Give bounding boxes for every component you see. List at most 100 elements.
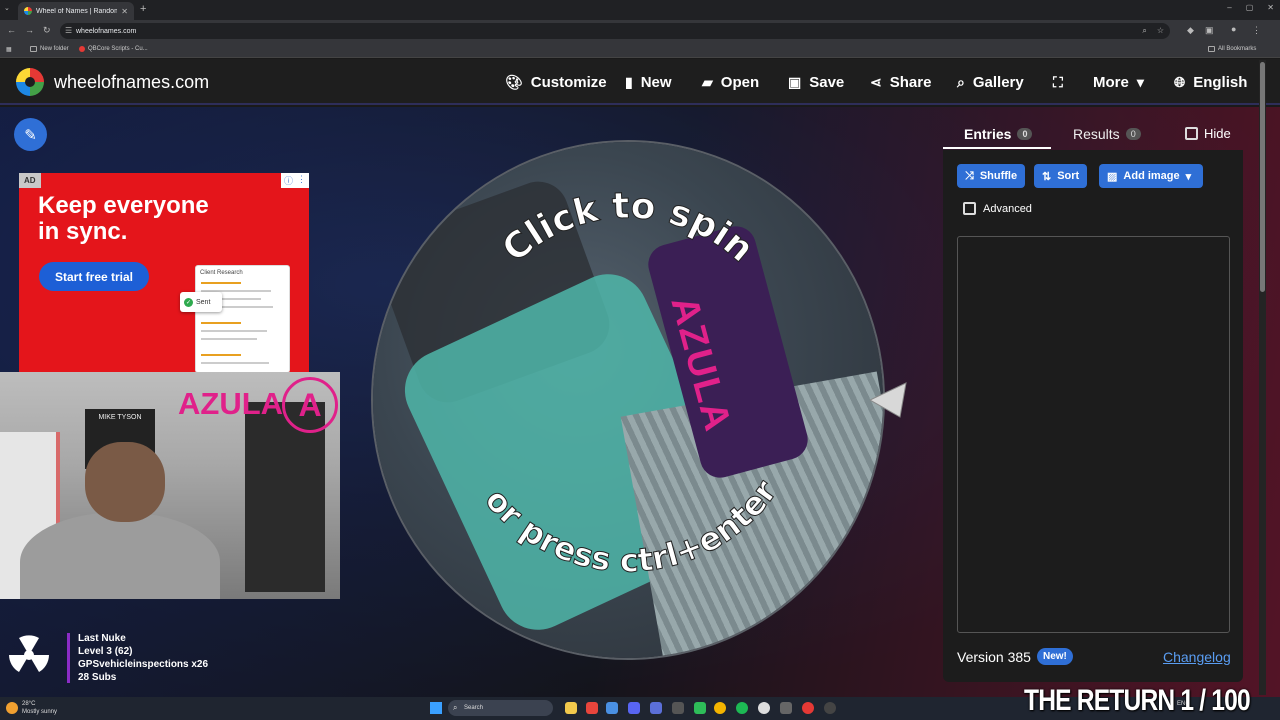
app-icon[interactable]: [694, 702, 706, 714]
all-bookmarks[interactable]: All Bookmarks: [1208, 46, 1256, 52]
menu-share[interactable]: ⋖ Share: [870, 74, 931, 91]
address-bar: ← → ↻ ☰ wheelofnames.com ⌕ ☆ ◆ ▣ ● ⋮: [0, 20, 1280, 42]
shuffle-button[interactable]: ⤨ Shuffle: [957, 164, 1026, 188]
spotify-icon[interactable]: [736, 702, 748, 714]
menu-language[interactable]: 🌐︎ English: [1174, 74, 1247, 91]
folder-open-icon: ▰: [702, 74, 713, 90]
file-explorer-icon[interactable]: [565, 702, 577, 714]
forward-icon[interactable]: →: [25, 25, 34, 35]
bookmark-label: All Bookmarks: [1218, 46, 1257, 52]
maximize-icon[interactable]: ▢: [1246, 3, 1254, 12]
edit-pencil-button[interactable]: ✎: [14, 118, 47, 151]
azula-brand-text: AZULA: [178, 386, 284, 421]
stream-counter-overlay: THE RETURN 1 / 100: [1024, 684, 1251, 717]
bookmark-star-icon[interactable]: ☆: [1157, 26, 1164, 36]
discord-icon[interactable]: [628, 702, 640, 714]
version-text: Version 385: [957, 649, 1031, 665]
webcam-overlay: MIKE TYSON AZULA A: [0, 372, 340, 599]
menu-customize[interactable]: 🎨︎ Customize: [505, 74, 607, 91]
menu-new[interactable]: ▮ New: [625, 74, 672, 91]
menu-more[interactable]: More ▾: [1093, 74, 1144, 91]
bookmark-qbcore[interactable]: QBCore Scripts - Cu...: [79, 46, 148, 52]
sort-icon: ⇅: [1042, 170, 1052, 183]
extensions-puzzle-icon[interactable]: ▣: [1205, 25, 1214, 36]
window-controls: – ▢ ✕: [1227, 3, 1274, 12]
wheel-logo-icon[interactable]: [16, 68, 44, 96]
weather-sun-icon[interactable]: [6, 702, 18, 714]
spin-text-top-path: Click to spin: [494, 185, 761, 271]
advertisement[interactable]: AD ⓘ ⋮ Keep everyone in sync. Start free …: [19, 173, 309, 373]
sort-button[interactable]: ⇅ Sort: [1034, 164, 1088, 188]
pencil-icon: ✎: [24, 126, 37, 144]
zoom-icon[interactable]: ⌕: [1142, 26, 1146, 36]
share-icon: ⋖: [870, 74, 882, 90]
spin-text-bottom-path: or press ctrl+enter: [477, 472, 785, 580]
menu-save[interactable]: ▣ Save: [788, 74, 844, 91]
ad-cta-button[interactable]: Start free trial: [39, 262, 149, 291]
subs-text: 28 Subs: [78, 672, 117, 683]
chrome-icon[interactable]: [802, 702, 814, 714]
qbcore-favicon-icon: [79, 46, 85, 52]
app-icon[interactable]: [758, 702, 770, 714]
button-label: Shuffle: [979, 170, 1018, 182]
sent-label: Sent: [196, 298, 211, 306]
hide-checkbox[interactable]: [1185, 127, 1198, 140]
advanced-checkbox[interactable]: [963, 202, 976, 215]
folder-icon: [30, 46, 37, 52]
app-icon[interactable]: [586, 702, 598, 714]
hide-label[interactable]: Hide: [1204, 126, 1231, 141]
tab-search-icon[interactable]: ⌄: [4, 4, 10, 12]
tab-entries[interactable]: Entries 0: [964, 126, 1033, 142]
ad-tag: AD: [19, 173, 41, 188]
url-field[interactable]: ☰ wheelofnames.com ⌕ ☆: [60, 23, 1170, 39]
active-tab-indicator: [943, 147, 1051, 149]
ad-headline-line: in sync.: [38, 218, 128, 245]
wheel-canvas[interactable]: AZULA Click to spin or press ctrl+enter: [373, 142, 883, 658]
advanced-label[interactable]: Advanced: [983, 203, 1032, 215]
ad-menu-icon[interactable]: ⋮: [297, 174, 306, 187]
app-icon[interactable]: [824, 702, 836, 714]
ad-choices[interactable]: ⓘ ⋮: [280, 173, 309, 188]
gps-text: GPSvehicleinspections x26: [78, 659, 209, 670]
app-icon[interactable]: [650, 702, 662, 714]
minimize-icon[interactable]: –: [1227, 3, 1231, 12]
changelog-link[interactable]: Changelog: [1163, 649, 1231, 665]
close-tab-icon[interactable]: ✕: [121, 7, 128, 16]
menu-gallery[interactable]: ⌕ Gallery: [957, 74, 1024, 91]
entries-textarea[interactable]: [957, 236, 1230, 633]
reload-icon[interactable]: ↻: [43, 25, 51, 36]
scrollbar-thumb[interactable]: [1260, 62, 1265, 292]
app-icon[interactable]: [780, 702, 792, 714]
doc-line: [201, 322, 241, 324]
app-icon[interactable]: [606, 702, 618, 714]
level-text: Level 3 (62): [78, 646, 133, 657]
close-window-icon[interactable]: ✕: [1267, 3, 1274, 12]
browser-menu-icon[interactable]: ⋮: [1252, 25, 1261, 36]
bookmark-new-folder[interactable]: New folder: [30, 46, 69, 52]
info-icon[interactable]: ⓘ: [284, 174, 293, 187]
doc-line: [201, 338, 257, 340]
taskbar-search[interactable]: ⌕ Search: [448, 700, 553, 716]
add-image-button[interactable]: ▨ Add image ▾: [1099, 164, 1203, 188]
menu-open[interactable]: ▰ Open: [702, 74, 759, 91]
url-text: wheelofnames.com: [76, 27, 137, 35]
sidebar-tabs: Entries 0 Results 0: [943, 120, 1243, 150]
globe-icon: 🌐︎: [1174, 74, 1186, 90]
bookmark-label: QBCore Scripts - Cu...: [88, 46, 148, 52]
menu-fullscreen[interactable]: ⛶: [1053, 74, 1063, 91]
site-info-icon[interactable]: ☰: [65, 26, 72, 35]
weather-widget[interactable]: 28°C Mostly sunny: [22, 700, 57, 716]
nuke-info: Last Nuke Level 3 (62) GPSvehicleinspect…: [78, 632, 208, 684]
browser-tab[interactable]: Wheel of Names | Random nam ✕: [18, 2, 134, 20]
site-name[interactable]: wheelofnames.com: [54, 72, 209, 93]
app-icon[interactable]: [672, 702, 684, 714]
windows-start-icon[interactable]: [430, 702, 442, 714]
button-label: Add image: [1123, 170, 1180, 182]
back-icon[interactable]: ←: [7, 25, 16, 35]
apps-grid-icon[interactable]: ▦: [6, 46, 12, 53]
profile-avatar-icon[interactable]: ●: [1231, 24, 1236, 34]
chrome-icon[interactable]: [714, 702, 726, 714]
new-tab-icon[interactable]: +: [140, 3, 146, 15]
extension-icon[interactable]: ◆: [1187, 25, 1194, 36]
tab-results[interactable]: Results 0: [1073, 126, 1141, 142]
